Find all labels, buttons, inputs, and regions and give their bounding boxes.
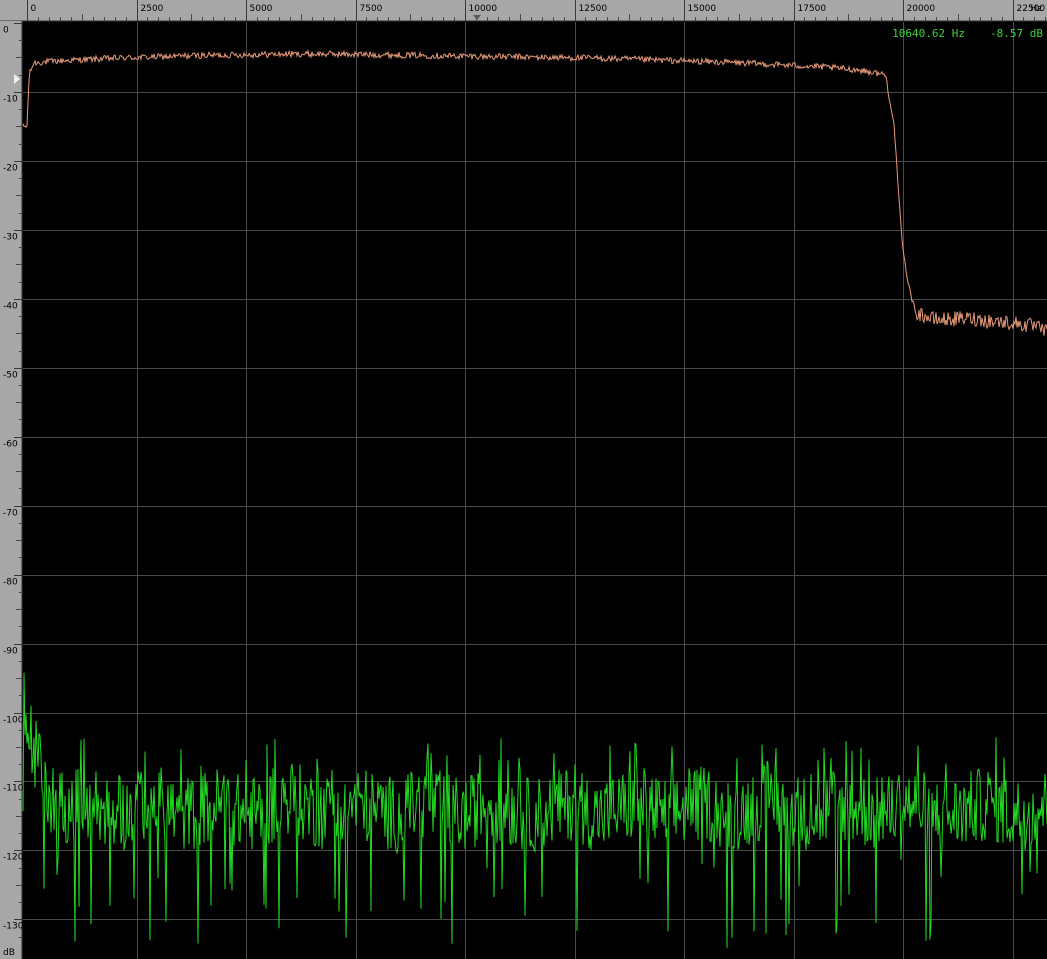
level-tick-label: -40 xyxy=(3,302,18,312)
readout-frequency: 10640.62 Hz xyxy=(892,27,965,40)
frequency-tick-label: 17500 xyxy=(798,4,827,14)
frequency-unit-label: Hz xyxy=(1031,4,1043,14)
frequency-tick-label: 7500 xyxy=(360,4,383,14)
level-tick-label: -20 xyxy=(3,164,18,174)
frequency-tick-label: 2500 xyxy=(141,4,164,14)
level-tick-label: -120 xyxy=(3,853,24,863)
spectrum-analyzer: 0 2500 5000 7500 10000 12500 15000 17500 20000 22… xyxy=(0,0,1047,959)
level-tick-label: -30 xyxy=(3,233,18,243)
level-tick-label: -70 xyxy=(3,509,18,519)
level-tick-label: 0 xyxy=(3,26,9,36)
level-tick-label: -90 xyxy=(3,647,18,657)
level-tick-label: -60 xyxy=(3,440,18,450)
frequency-tick-label: 15000 xyxy=(688,4,717,14)
frequency-tick-label: 20000 xyxy=(907,4,936,14)
level-tick-label: -50 xyxy=(3,371,18,381)
level-tick-label: -80 xyxy=(3,578,18,588)
frequency-tick-label: 10000 xyxy=(469,4,498,14)
level-tick-label: -130 xyxy=(3,922,24,932)
level-tick-label: -110 xyxy=(3,784,24,794)
frequency-tick-label: 0 xyxy=(31,4,37,14)
level-unit-label: dB xyxy=(3,948,15,958)
frequency-tick-label: 5000 xyxy=(250,4,273,14)
level-tick-label: -100 xyxy=(3,716,24,726)
readout-level: -8.57 dB xyxy=(990,27,1043,40)
frequency-tick-label: 12500 xyxy=(579,4,608,14)
level-tick-label: -10 xyxy=(3,95,18,105)
